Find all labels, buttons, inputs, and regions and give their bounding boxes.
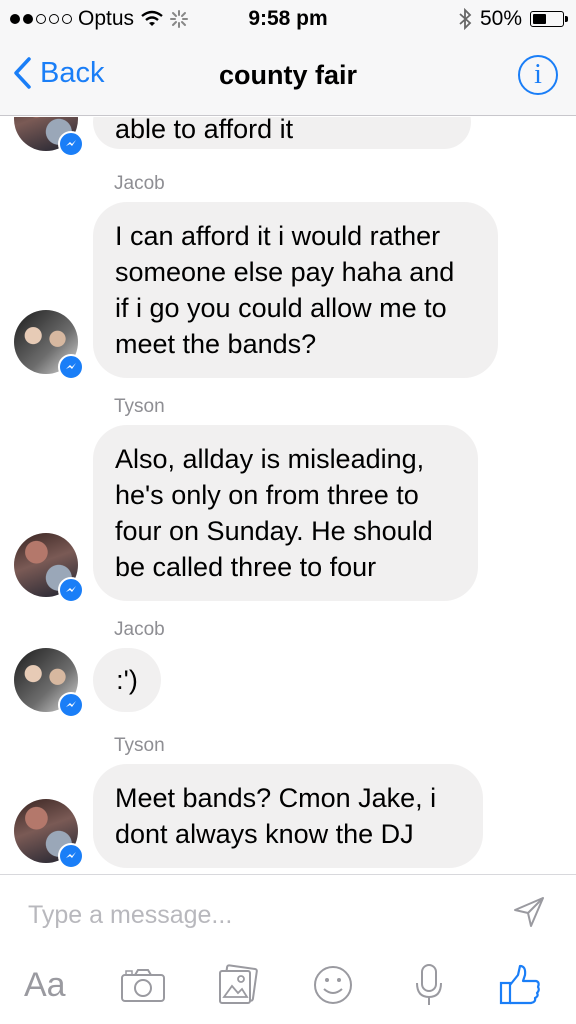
message-line: meet the bands? — [115, 329, 317, 359]
sender-name: Tyson — [114, 735, 165, 756]
text-format-button[interactable]: Aa — [24, 961, 66, 1009]
photos-button[interactable] — [216, 961, 258, 1009]
camera-icon — [121, 969, 165, 1002]
avatar-jacob[interactable] — [14, 310, 84, 380]
camera-button[interactable] — [120, 961, 166, 1009]
send-icon — [514, 897, 544, 927]
message-line: he's only on from three to — [115, 480, 419, 510]
message-input[interactable] — [28, 897, 488, 933]
microphone-icon — [416, 964, 442, 1005]
like-icon — [499, 964, 540, 1005]
message-bubble[interactable]: I can afford it i would rather someone e… — [93, 202, 498, 378]
battery-icon — [530, 11, 568, 27]
message-bubble[interactable]: Meet bands? Cmon Jake, i dont always kno… — [93, 764, 483, 868]
like-button[interactable] — [498, 961, 542, 1009]
composer: Aa — [0, 874, 576, 1024]
sender-name: Jacob — [114, 173, 165, 194]
sender-name: Tyson — [114, 396, 165, 417]
avatar-tyson[interactable] — [14, 533, 84, 603]
message-line: four on Sunday. He should — [115, 516, 433, 546]
avatar-jacob[interactable] — [14, 648, 84, 718]
message-line: I can afford it i would rather — [115, 221, 441, 251]
info-button[interactable]: i — [518, 55, 558, 95]
avatar-tyson[interactable] — [14, 117, 84, 157]
message-bubble[interactable]: able to afford it — [93, 117, 472, 149]
messenger-badge-icon — [58, 577, 84, 603]
messenger-badge-icon — [58, 354, 84, 380]
avatar-tyson[interactable] — [14, 799, 84, 869]
message-thread[interactable]: able to afford it Jacob I can afford it … — [0, 117, 576, 874]
status-bar: Optus 9:58 pm 50% — [0, 0, 576, 38]
composer-toolbar: Aa — [0, 953, 576, 1017]
conversation-title: county fair — [218, 60, 358, 90]
sender-name: Jacob — [114, 619, 165, 640]
message-line: dont always know the DJ — [115, 819, 414, 849]
message-line: someone else pay haha and — [115, 257, 455, 287]
message-line: Also, allday is misleading, — [115, 444, 425, 474]
emoji-icon — [314, 966, 352, 1004]
message-text: :') — [116, 665, 138, 695]
photos-icon — [219, 964, 258, 1004]
messenger-badge-icon — [58, 692, 84, 718]
bluetooth-icon — [459, 8, 472, 30]
message-text: able to afford it — [115, 117, 294, 144]
message-line: if i go you could allow me to — [115, 293, 447, 323]
emoji-button[interactable] — [312, 961, 354, 1009]
message-bubble[interactable]: :') — [93, 648, 161, 712]
send-button[interactable] — [512, 895, 546, 934]
battery-level — [533, 14, 546, 24]
status-right: 50% — [458, 7, 568, 31]
messenger-badge-icon — [58, 843, 84, 869]
message-bubble[interactable]: Also, allday is misleading, he's only on… — [93, 425, 478, 601]
battery-percent: 50% — [479, 7, 522, 30]
microphone-button[interactable] — [414, 961, 444, 1009]
messenger-badge-icon — [58, 131, 84, 157]
message-line: Meet bands? Cmon Jake, i — [115, 783, 437, 813]
message-line: be called three to four — [115, 552, 377, 582]
nav-bar: Back county fair i — [0, 38, 576, 116]
